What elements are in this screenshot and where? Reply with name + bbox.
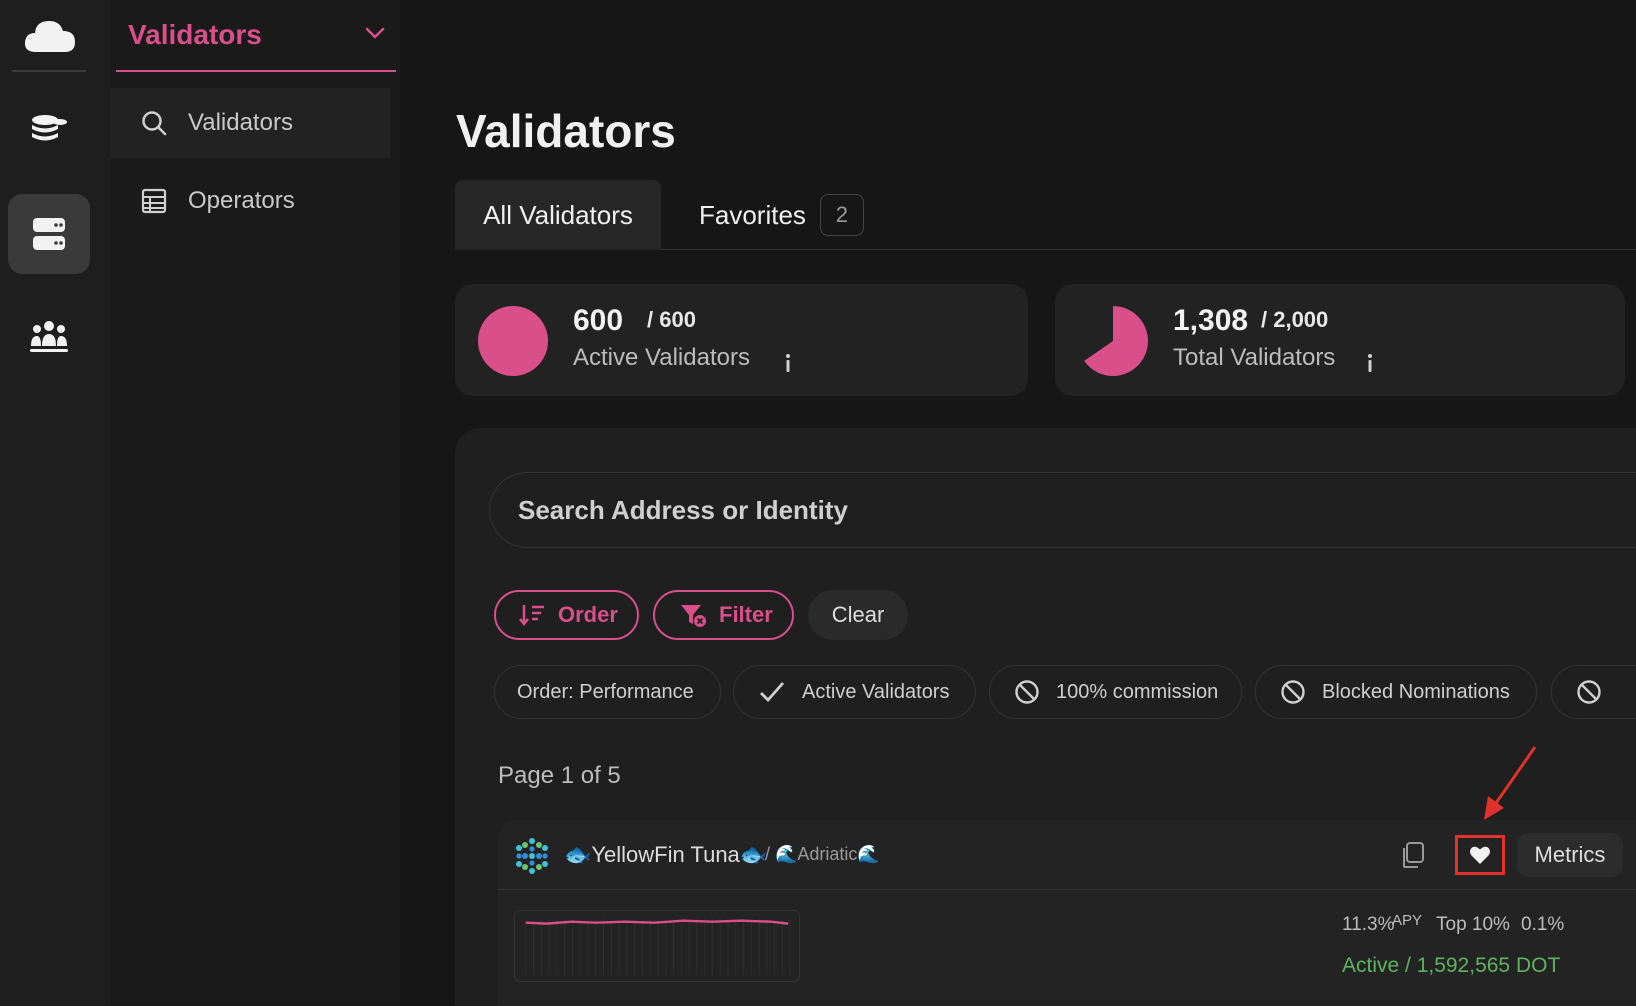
filter-icon: [681, 605, 706, 627]
people-icon: [30, 321, 68, 352]
order-button[interactable]: Order: [494, 590, 639, 640]
tab-bar: All Validators Favorites 2: [455, 180, 1636, 250]
stat-total: / 2,000: [1261, 307, 1329, 332]
rail-item-staking[interactable]: [8, 88, 90, 168]
identicon-icon: [516, 838, 548, 874]
chip-overflow[interactable]: [1551, 665, 1636, 719]
total-validators-card: 1,308 / 2,000 Total Validators: [1055, 284, 1625, 396]
order-button-label: Order: [558, 602, 618, 627]
block-icon: [1015, 680, 1039, 704]
sparkline-path: [525, 919, 789, 925]
cloud-logo-icon[interactable]: [22, 12, 78, 56]
active-validators-pie: [478, 305, 548, 377]
annotation-arrow: [1484, 746, 1537, 820]
chip-100-commission[interactable]: 100% commission: [989, 665, 1242, 719]
section-select-label: Validators: [128, 19, 262, 50]
chip-order-performance[interactable]: Order: Performance: [494, 665, 721, 719]
info-icon[interactable]: [1363, 352, 1377, 374]
info-icon[interactable]: [781, 352, 795, 374]
total-validators-pie: [1084, 306, 1148, 376]
search-input[interactable]: [518, 494, 1636, 526]
sidebar: Validators Validators Operators: [110, 0, 400, 1006]
validators-panel: Order Filter Clear Order: Performance Ac…: [455, 428, 1636, 1006]
sidebar-item-operators[interactable]: Operators: [110, 166, 390, 236]
rail-item-validators[interactable]: [8, 194, 90, 274]
sidebar-item-label: Validators: [188, 109, 293, 136]
chip-label: Blocked Nominations: [1322, 680, 1510, 703]
chip-active-validators[interactable]: Active Validators: [733, 665, 976, 719]
filter-button-label: Filter: [719, 602, 773, 627]
block-icon: [1281, 680, 1305, 704]
validator-commission: 0.1%: [1521, 914, 1565, 935]
sidebar-item-validators[interactable]: Validators: [110, 88, 390, 158]
stat-value: 1,308: [1173, 304, 1249, 337]
chevron-down-icon: [365, 27, 385, 39]
favorites-count-badge: 2: [819, 194, 864, 236]
block-icon: [1577, 680, 1601, 704]
check-icon: [760, 682, 785, 703]
validator-name: 🐟YellowFin Tuna🐟: [564, 842, 768, 867]
copy-icon[interactable]: [1398, 840, 1428, 870]
tab-label: All Validators: [483, 199, 633, 230]
clear-button[interactable]: Clear: [808, 590, 908, 640]
page-title: Validators: [456, 105, 676, 157]
section-select[interactable]: Validators: [116, 0, 396, 72]
chip-label: Active Validators: [802, 680, 950, 703]
page-info: Page 1 of 5: [498, 762, 621, 789]
stat-value: 600: [573, 304, 624, 337]
stat-total: / 600: [647, 307, 696, 332]
stat-label: Total Validators: [1173, 344, 1336, 371]
chip-blocked-nominations[interactable]: Blocked Nominations: [1255, 665, 1537, 719]
chip-label: 100% commission: [1056, 680, 1219, 703]
sidebar-item-label: Operators: [188, 187, 295, 214]
apy-label: APY: [1392, 912, 1423, 929]
server-icon: [33, 218, 65, 250]
validator-rank: Top 10%: [1436, 914, 1510, 935]
rail-divider: [12, 70, 86, 72]
sort-icon: [519, 605, 544, 627]
performance-sparkline: [514, 910, 800, 982]
main-content: Validators All Validators Favorites 2 60…: [400, 0, 1636, 1006]
favorite-button[interactable]: [1455, 835, 1505, 875]
stat-label: Active Validators: [573, 344, 750, 371]
validator-card[interactable]: 🐟YellowFin Tuna🐟 / 🌊Adriatic🌊 Metrics 11…: [498, 820, 1636, 1006]
clear-button-label: Clear: [831, 602, 885, 627]
validator-parent: / 🌊Adriatic🌊: [765, 844, 880, 864]
heart-icon: [1470, 846, 1490, 864]
rail-item-community[interactable]: [8, 296, 90, 376]
tab-favorites[interactable]: Favorites 2: [699, 180, 864, 250]
table-icon: [138, 185, 170, 217]
tab-label: Favorites: [699, 199, 806, 230]
tab-all-validators[interactable]: All Validators: [455, 180, 661, 250]
filter-button[interactable]: Filter: [653, 590, 794, 640]
icon-rail: [0, 0, 110, 1006]
search-field[interactable]: [489, 472, 1636, 548]
validator-status: Active / 1,592,565 DOT: [1342, 954, 1561, 977]
metrics-button[interactable]: Metrics: [1517, 833, 1623, 877]
search-icon: [138, 107, 170, 139]
active-validators-card: 600 / 600 Active Validators: [455, 284, 1028, 396]
apy-value: 11.3%: [1342, 914, 1395, 935]
validator-card-header: 🐟YellowFin Tuna🐟 / 🌊Adriatic🌊 Metrics: [498, 820, 1636, 890]
coins-icon: [32, 115, 67, 141]
metrics-button-label: Metrics: [1534, 842, 1606, 867]
chip-label: Order: Performance: [517, 680, 694, 703]
